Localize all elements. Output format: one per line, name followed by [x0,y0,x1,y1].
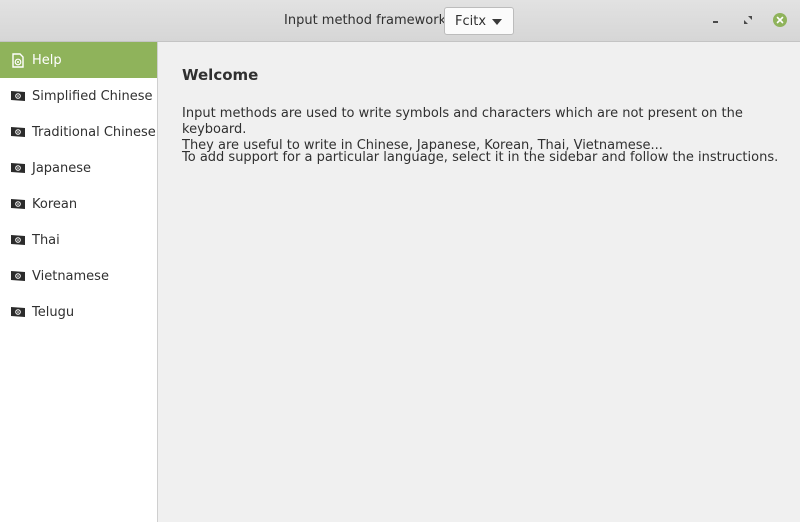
content-pane: Welcome Input methods are used to write … [158,42,800,522]
restore-icon [744,16,752,24]
sidebar-item-label: Traditional Chinese [32,124,156,140]
restore-button[interactable] [740,12,756,28]
sidebar-item-vietnamese[interactable]: Vietnamese [0,258,157,294]
framework-select[interactable]: Fcitx [444,7,514,35]
minimize-icon [713,21,718,23]
intro-paragraph: Input methods are used to write symbols … [182,106,782,154]
header-bar: Input method framework: Fcitx [0,0,800,42]
sidebar-item-label: Simplified Chinese [32,88,153,104]
close-button[interactable] [772,12,788,28]
flag-icon [10,232,26,248]
close-icon [773,13,787,27]
intro-line-1: Input methods are used to write symbols … [182,106,743,137]
help-icon [10,52,26,68]
sidebar-item-label: Korean [32,196,78,212]
flag-icon [10,124,26,140]
sidebar-item-traditional-chinese[interactable]: Traditional Chinese [0,114,157,150]
sidebar-item-label: Telugu [32,304,75,320]
sidebar-item-thai[interactable]: Thai [0,222,157,258]
flag-icon [10,160,26,176]
sidebar-item-simplified-chinese[interactable]: Simplified Chinese [0,78,157,114]
sidebar-item-label: Vietnamese [32,268,109,284]
flag-icon [10,268,26,284]
sidebar-item-label: Japanese [32,160,92,176]
sidebar-item-help[interactable]: Help [0,42,157,78]
dropdown-arrow-icon [492,19,502,25]
sidebar: Help Simplified Chinese Traditional Chin… [0,42,158,522]
page-title: Welcome [182,66,259,84]
sidebar-item-label: Help [32,52,62,68]
framework-select-value: Fcitx [455,13,487,29]
sidebar-item-telugu[interactable]: Telugu [0,294,157,330]
flag-icon [10,88,26,104]
sidebar-item-korean[interactable]: Korean [0,186,157,222]
flag-icon [10,196,26,212]
minimize-button[interactable] [708,12,724,28]
sidebar-item-japanese[interactable]: Japanese [0,150,157,186]
sidebar-item-label: Thai [32,232,60,248]
flag-icon [10,304,26,320]
framework-label: Input method framework: [284,13,451,28]
instructions-paragraph: To add support for a particular language… [182,150,779,165]
